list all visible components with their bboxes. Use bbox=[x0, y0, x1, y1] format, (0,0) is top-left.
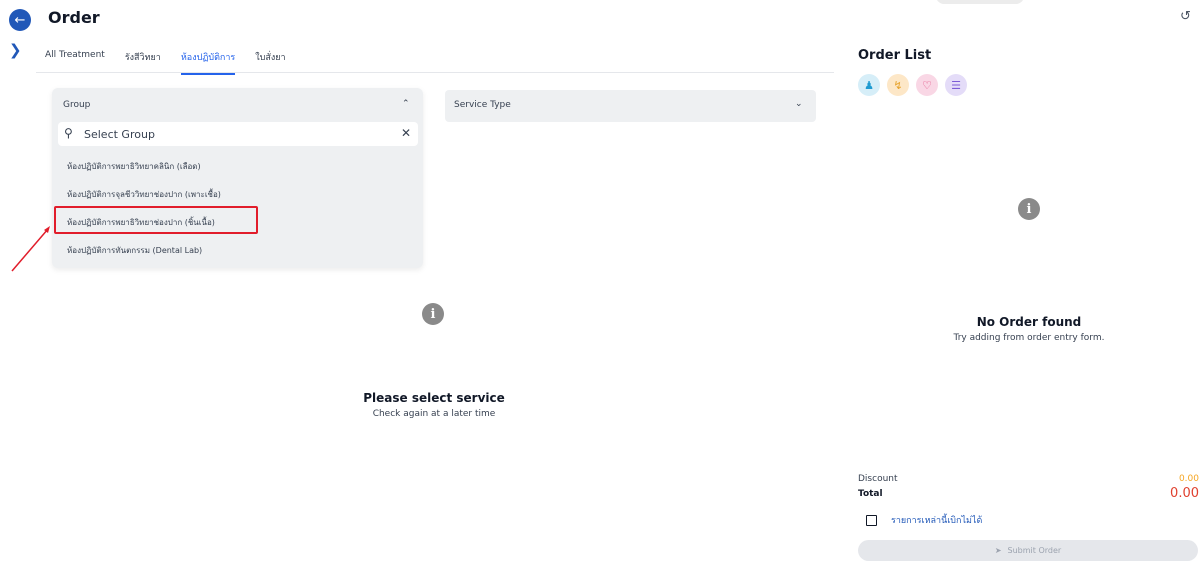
group-option-clinical-pathology[interactable]: ห้องปฏิบัติการพยาธิวิทยาคลินิก (เลือด) bbox=[67, 160, 201, 173]
top-status-pill bbox=[936, 0, 1024, 4]
non-billable-checkbox[interactable] bbox=[866, 515, 877, 526]
total-label: Total bbox=[858, 489, 883, 499]
route-icon[interactable]: ↯ bbox=[887, 74, 909, 96]
submit-order-button[interactable]: ➤ Submit Order bbox=[858, 540, 1198, 561]
submit-order-label: Submit Order bbox=[1007, 546, 1062, 555]
service-empty-title: Please select service bbox=[363, 391, 505, 405]
service-type-label: Service Type bbox=[454, 100, 511, 110]
history-icon[interactable]: ↺ bbox=[1180, 9, 1191, 24]
search-icon: ⚲ bbox=[64, 126, 73, 140]
total-value: 0.00 bbox=[1170, 486, 1199, 501]
arrow-left-icon: ← bbox=[14, 12, 26, 28]
group-search-input[interactable] bbox=[84, 124, 384, 144]
heart-icon[interactable]: ♡ bbox=[916, 74, 938, 96]
list-icon[interactable]: ☰ bbox=[945, 74, 967, 96]
service-empty-subtitle: Check again at a later time bbox=[372, 409, 496, 419]
order-empty-subtitle: Try adding from order entry form. bbox=[953, 333, 1105, 343]
order-list-title: Order List bbox=[858, 48, 932, 63]
non-billable-label[interactable]: รายการเหล่านี้เบิกไม่ได้ bbox=[891, 513, 982, 527]
service-type-select[interactable]: Service Type ⌄ bbox=[445, 90, 816, 122]
info-icon: i bbox=[422, 303, 444, 325]
page-title: Order bbox=[48, 8, 100, 27]
group-dropdown-label: Group bbox=[63, 100, 91, 110]
discount-value: 0.00 bbox=[1178, 474, 1199, 484]
group-option-oral-microbiology[interactable]: ห้องปฏิบัติการจุลชีววิทยาช่องปาก (เพาะเช… bbox=[67, 188, 221, 201]
group-search-box[interactable]: ⚲ ✕ bbox=[58, 122, 418, 146]
info-icon: i bbox=[1018, 198, 1040, 220]
group-option-oral-pathology[interactable]: ห้องปฏิบัติการพยาธิวิทยาช่องปาก (ชิ้นเนื… bbox=[67, 216, 215, 229]
tab-divider bbox=[36, 72, 834, 73]
dental-chair-icon[interactable]: ♟ bbox=[858, 74, 880, 96]
group-option-dental-lab[interactable]: ห้องปฏิบัติการทันตกรรม (Dental Lab) bbox=[67, 244, 202, 257]
chevron-down-icon[interactable]: ⌄ bbox=[795, 99, 803, 109]
chevron-up-icon[interactable]: ⌃ bbox=[402, 99, 410, 109]
group-dropdown[interactable]: Group ⌃ ⚲ ✕ ห้องปฏิบัติการพยาธิวิทยาคลิน… bbox=[52, 88, 423, 268]
send-icon: ➤ bbox=[994, 546, 1002, 555]
discount-label: Discount bbox=[858, 474, 898, 484]
close-icon[interactable]: ✕ bbox=[401, 126, 411, 140]
chevron-right-icon[interactable]: ❯ bbox=[9, 41, 22, 59]
back-button[interactable]: ← bbox=[9, 9, 31, 31]
order-empty-title: No Order found bbox=[976, 315, 1082, 329]
